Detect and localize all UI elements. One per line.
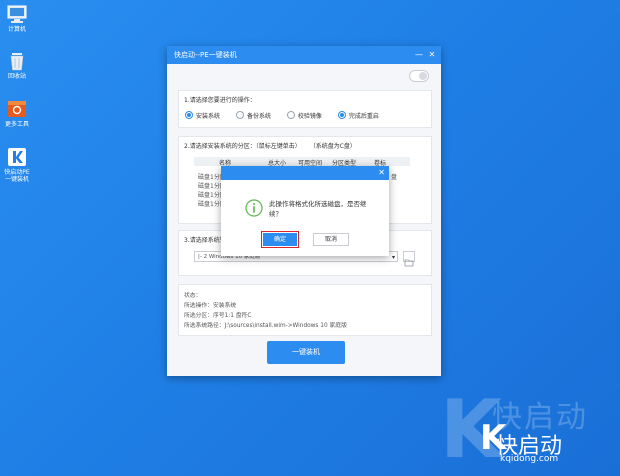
brand-watermark: K 快启动 K 快启动 kqidong.com bbox=[440, 390, 610, 470]
desktop-icon-recycle-bin[interactable]: 回收站 bbox=[4, 51, 30, 80]
desktop-icon-tools[interactable]: 更多工具 bbox=[4, 99, 30, 128]
desktop-icon-kuaiqidong[interactable]: 快启动PE一键装机 bbox=[4, 147, 30, 183]
desktop-icon-computer[interactable]: 计算机 bbox=[4, 4, 30, 33]
option-restart-after[interactable]: 完成后重启 bbox=[337, 111, 379, 120]
status-image-path: 所选系统路径：J:\sources\install.wim->Windows 1… bbox=[184, 323, 347, 329]
computer-icon bbox=[6, 4, 28, 24]
image-panel-title: 3.请选择系统镜 bbox=[184, 237, 226, 244]
partition-panel-title: 2.请选择安装系统的分区：（鼠标左键单击） （系统盘为C盘） bbox=[184, 143, 356, 150]
status-partition: 所选分区：序号1:1 盘符C bbox=[184, 313, 252, 319]
minimize-icon[interactable]: — bbox=[413, 46, 425, 64]
radio-icon bbox=[286, 111, 295, 119]
system-disk-note: （系统盘为C盘） bbox=[312, 143, 356, 150]
status-panel: 状态： 所选操作：安装系统 所选分区：序号1:1 盘符C 所选系统路径：J:\s… bbox=[178, 284, 432, 336]
confirm-ok-button[interactable]: 确定 bbox=[261, 231, 299, 248]
dialog-message: 此操作将格式化所选磁盘，是否继续？ bbox=[269, 200, 367, 218]
kuaiqidong-app-icon bbox=[6, 147, 28, 167]
radio-icon bbox=[337, 111, 346, 119]
recycle-bin-icon bbox=[6, 51, 28, 71]
desktop-icon-label: 更多工具 bbox=[4, 121, 29, 128]
radio-icon bbox=[235, 111, 244, 119]
confirm-cancel-button[interactable]: 取消 bbox=[313, 233, 349, 246]
radio-icon bbox=[185, 111, 193, 119]
settings-toggle[interactable] bbox=[409, 70, 429, 82]
status-label: 状态： bbox=[184, 293, 202, 299]
dialog-titlebar[interactable]: ✕ bbox=[221, 166, 389, 180]
partition-table-header: 名称 总大小 可用空间 分区类型 卷标 bbox=[194, 157, 410, 167]
close-icon[interactable]: ✕ bbox=[426, 46, 438, 64]
window-title: 快启动--PE一键装机 bbox=[174, 51, 237, 59]
folder-icon bbox=[404, 259, 414, 267]
chevron-down-icon: ▾ bbox=[391, 254, 395, 261]
one-click-install-button[interactable]: 一键装机 bbox=[267, 341, 345, 364]
toggle-knob bbox=[419, 72, 427, 80]
operation-panel-title: 1.请选择您要进行的操作： bbox=[184, 97, 256, 104]
dialog-close-icon[interactable]: ✕ bbox=[378, 166, 385, 180]
confirm-dialog: ✕ 此操作将格式化所选磁盘，是否继续？ 确定 取消 bbox=[221, 166, 389, 256]
option-backup-system[interactable]: 备份系统 bbox=[235, 111, 271, 120]
option-verify-image[interactable]: 校验镜像 bbox=[286, 111, 322, 120]
info-icon bbox=[245, 199, 263, 217]
desktop-icon-label: 回收站 bbox=[7, 73, 26, 80]
window-titlebar[interactable]: 快启动--PE一键装机 — ✕ bbox=[167, 46, 441, 64]
operation-panel: 1.请选择您要进行的操作： 安装系统 备份系统 校验镜像 完成后重启 bbox=[178, 90, 432, 128]
desktop-icon-label: 快启动PE一键装机 bbox=[4, 169, 30, 183]
option-install-system[interactable]: 安装系统 bbox=[185, 111, 220, 120]
browse-folder-button[interactable] bbox=[403, 251, 415, 267]
status-operation: 所选操作：安装系统 bbox=[184, 303, 237, 309]
watermark-url: kqidong.com bbox=[500, 454, 559, 464]
operation-options: 安装系统 备份系统 校验镜像 完成后重启 bbox=[185, 111, 393, 120]
row-trailing-text: 盘 bbox=[391, 174, 398, 181]
desktop-icon-label: 计算机 bbox=[7, 26, 26, 33]
tools-icon bbox=[6, 99, 28, 119]
